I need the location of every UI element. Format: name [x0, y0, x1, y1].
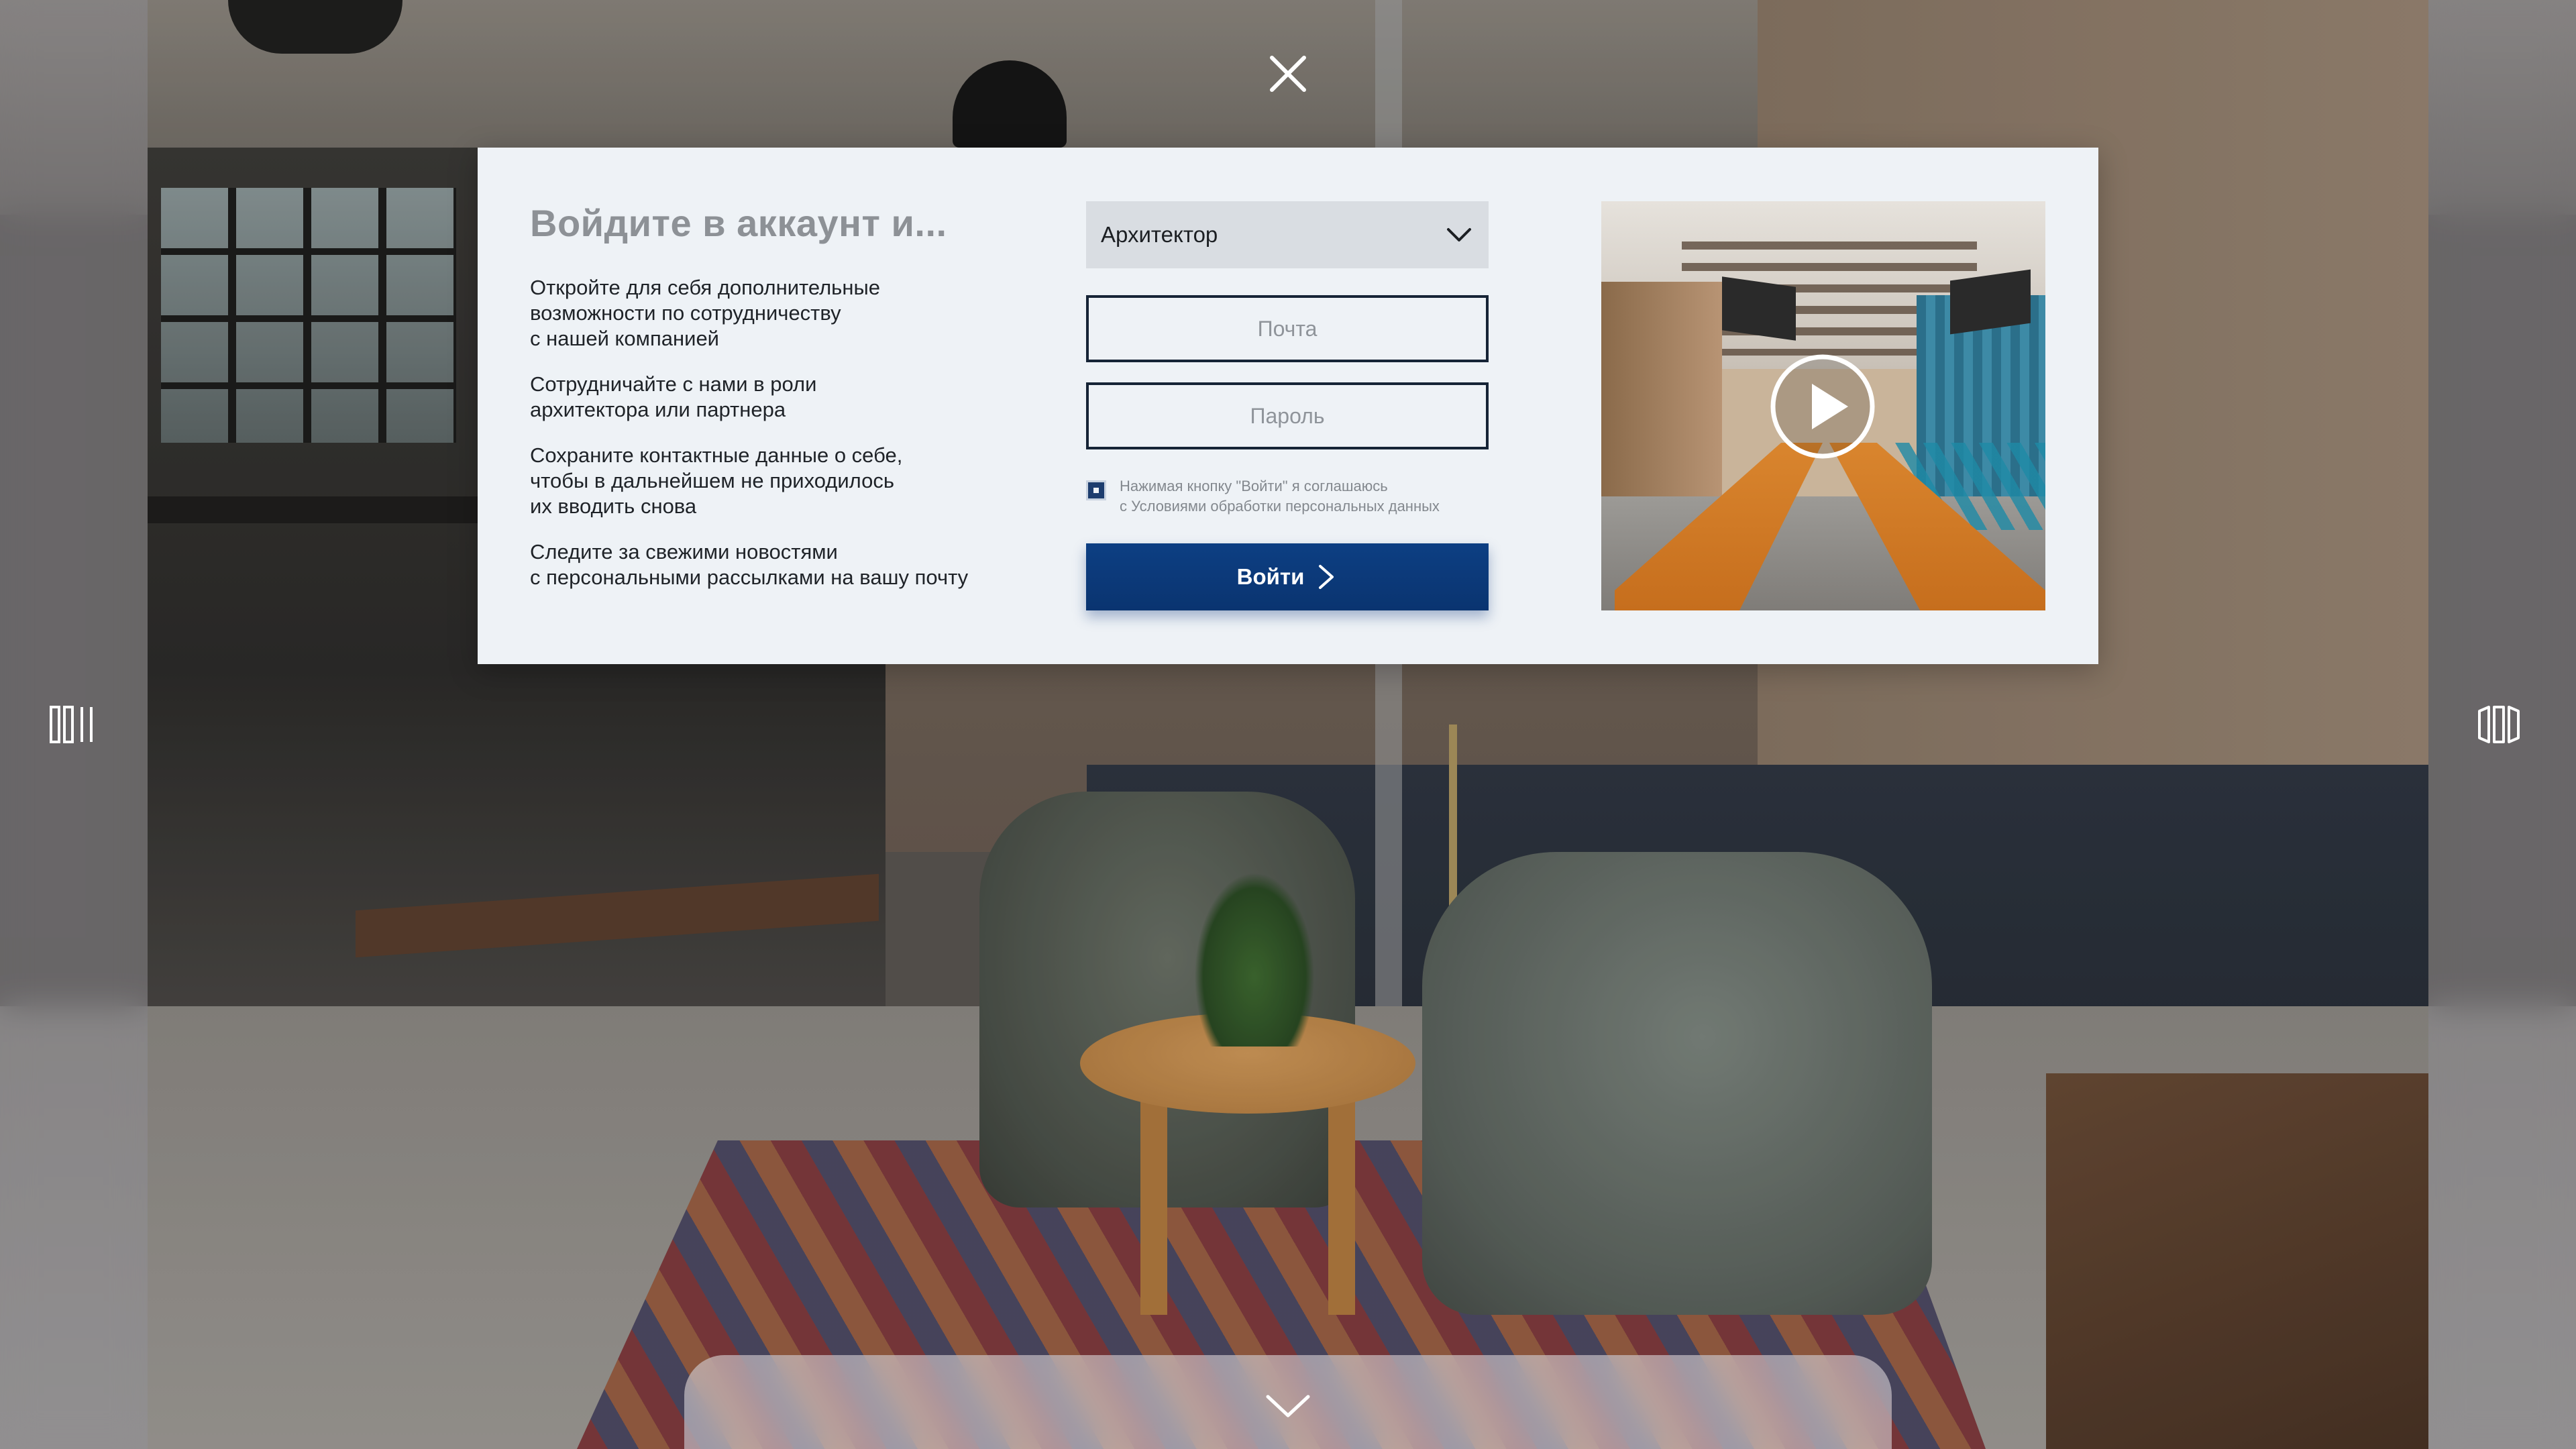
- chevron-down-icon: [1266, 1395, 1310, 1417]
- play-icon[interactable]: [1769, 353, 1876, 460]
- checkbox-checked-icon: [1093, 488, 1099, 493]
- video-preview[interactable]: [1601, 201, 2045, 610]
- role-select[interactable]: Архитектор: [1086, 201, 1489, 268]
- chevron-down-icon: [1447, 228, 1471, 241]
- email-field[interactable]: [1086, 295, 1489, 362]
- consent-text: Нажимая кнопку "Войти" я соглашаюсь с Ус…: [1120, 478, 1440, 515]
- close-button[interactable]: [1261, 47, 1315, 101]
- modal-title: Войдите в аккаунт и...: [530, 202, 947, 244]
- role-select-value: Архитектор: [1101, 222, 1218, 247]
- chevron-right-icon: [1319, 565, 1334, 589]
- benefit-item: Сохраните контактные данные о себе, чтоб…: [530, 443, 903, 518]
- close-icon: [1270, 56, 1306, 92]
- login-button-label: Войти: [1236, 564, 1305, 589]
- video-scene-tv-left: [1722, 276, 1796, 341]
- consent-checkbox[interactable]: [1086, 480, 1106, 500]
- panels-right-icon[interactable]: [2475, 698, 2529, 751]
- password-field[interactable]: [1086, 382, 1489, 449]
- panels-left-icon[interactable]: [47, 698, 101, 751]
- login-modal: Войдите в аккаунт и... Откройте для себя…: [478, 148, 2098, 664]
- benefit-item: Сотрудничайте с нами в роли архитектора …: [530, 372, 817, 421]
- bottom-drawer[interactable]: [684, 1355, 1892, 1449]
- login-button[interactable]: Войти: [1086, 543, 1489, 610]
- video-scene-tv-right: [1950, 269, 2031, 335]
- virtual-tour-page: Войдите в аккаунт и... Откройте для себя…: [0, 0, 2576, 1449]
- benefit-item: Откройте для себя дополнительные возможн…: [530, 276, 880, 350]
- benefit-item: Следите за свежими новостями с персональ…: [530, 540, 969, 589]
- benefits-list: Откройте для себя дополнительные возможн…: [530, 275, 1053, 610]
- consent-row: Нажимая кнопку "Войти" я соглашаюсь с Ус…: [1086, 476, 1502, 517]
